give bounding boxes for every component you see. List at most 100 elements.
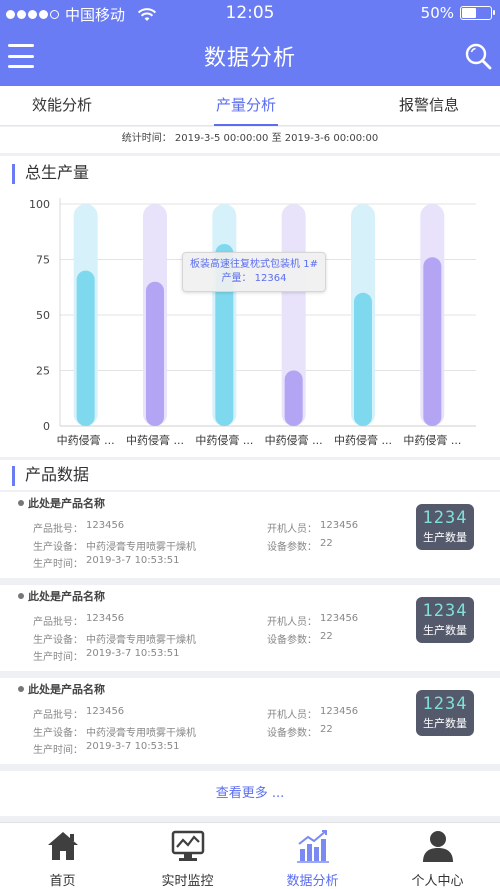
battery-icon: [460, 6, 495, 20]
app-header: 中国移动 12:05 50% 数据分析: [0, 0, 500, 86]
chart-tooltip: 板装高速往复枕式包装机 1# 产量： 12364: [182, 252, 326, 292]
nav-profile[interactable]: 个人中心: [375, 823, 500, 889]
stat-time: 统计时间： 2019-3-5 00:00:00 至 2019-3-6 00:00…: [0, 127, 500, 153]
monitor-icon: [171, 830, 205, 861]
x-tick-label: 中药侵膏 ...: [403, 433, 461, 447]
battery-level: [462, 8, 476, 18]
nav-monitor-label: 实时监控: [161, 874, 214, 889]
quantity-label: 生产数量: [423, 624, 467, 637]
operator-label: 开机人员：: [267, 710, 317, 721]
nav-bar: 数据分析: [0, 28, 500, 86]
tab-production[interactable]: 产量分析: [216, 86, 276, 126]
device-label: 生产设备：: [33, 635, 83, 646]
tab-efficiency[interactable]: 效能分析: [32, 86, 92, 126]
nav-home-label: 首页: [49, 874, 76, 889]
tooltip-value: 产量： 12364: [221, 273, 287, 284]
product-section-title: 产品数据: [12, 466, 89, 486]
x-tick-label: 中药侵膏 ...: [57, 433, 115, 447]
nav-monitor[interactable]: 实时监控: [125, 823, 250, 889]
params-label: 设备参数：: [267, 728, 317, 739]
bullet-icon: [18, 593, 24, 599]
tab-bar: 效能分析 产量分析 报警信息: [0, 86, 500, 126]
bullet-icon: [18, 500, 24, 506]
quantity-number: 1234: [422, 601, 468, 621]
params-value: 22: [320, 538, 333, 549]
nav-profile-label: 个人中心: [411, 874, 464, 889]
time-value: 2019-3-7 10:53:51: [86, 648, 180, 659]
chart-card: 总生产量 0 25 50 75 100 中药侵膏 ... 中药侵膏 ... 中药侵膏 ... 中…: [0, 156, 500, 457]
operator-value: 123456: [320, 520, 359, 531]
operator-label: 开机人员：: [267, 524, 317, 535]
battery-percent: 50%: [420, 4, 454, 22]
quantity-number: 1234: [422, 508, 468, 528]
time-label: 生产时间：: [33, 745, 83, 756]
params-value: 22: [320, 724, 333, 735]
device-label: 生产设备：: [33, 542, 83, 553]
params-label: 设备参数：: [267, 542, 317, 553]
bar: [284, 370, 303, 426]
time-label: 生产时间：: [33, 652, 83, 663]
quantity-label: 生产数量: [423, 717, 467, 730]
tab-alarm[interactable]: 报警信息: [399, 86, 459, 126]
status-bar: 中国移动 12:05 50%: [0, 0, 500, 28]
user-icon: [423, 831, 453, 862]
time-value: 2019-3-7 10:53:51: [86, 741, 180, 752]
params-label: 设备参数：: [267, 635, 317, 646]
product-section-header: 产品数据: [0, 460, 500, 490]
operator-label: 开机人员：: [267, 617, 317, 628]
y-tick-label: 75: [36, 254, 50, 267]
tooltip-device-name: 板装高速往复枕式包装机 1#: [190, 259, 318, 270]
operator-value: 123456: [320, 706, 359, 717]
device-value: 中药浸膏专用喷雾干燥机: [86, 542, 196, 553]
x-tick-label: 中药侵膏 ...: [265, 433, 323, 447]
operator-value: 123456: [320, 613, 359, 624]
product-item[interactable]: 此处是产品名称 产品批号： 123456 生产设备： 中药浸膏专用喷雾干燥机 生产时间： 2…: [0, 492, 500, 578]
device-label: 生产设备：: [33, 728, 83, 739]
bullet-icon: [18, 686, 24, 692]
y-tick-label: 0: [43, 420, 50, 433]
view-more-link[interactable]: 查看更多 ...: [0, 771, 500, 816]
batch-label: 产品批号：: [33, 617, 83, 628]
nav-home[interactable]: 首页: [0, 823, 125, 889]
y-tick-label: 50: [36, 309, 50, 322]
params-value: 22: [320, 631, 333, 642]
device-value: 中药浸膏专用喷雾干燥机: [86, 635, 196, 646]
home-icon: [48, 832, 78, 860]
production-chart: 0 25 50 75 100 中药侵膏 ... 中药侵膏 ... 中药侵膏 ... 中药侵膏 .…: [29, 198, 476, 447]
time-value: 2019-3-7 10:53:51: [86, 555, 180, 566]
page-title: 数据分析: [203, 46, 296, 71]
product-item[interactable]: 此处是产品名称 产品批号： 123456 生产设备： 中药浸膏专用喷雾干燥机 生产时间： 2…: [0, 585, 500, 671]
nav-analytics-label: 数据分析: [286, 874, 339, 889]
x-tick-label: 中药侵膏 ...: [126, 433, 184, 447]
bar: [76, 270, 95, 426]
bar: [354, 292, 372, 426]
bar: [423, 257, 442, 426]
quantity-badge[interactable]: 1234 生产数量: [416, 504, 474, 550]
product-name: 此处是产品名称: [28, 497, 105, 510]
product-item[interactable]: 此处是产品名称 产品批号： 123456 生产设备： 中药浸膏专用喷雾干燥机 生产时间： 2…: [0, 678, 500, 764]
batch-value: 123456: [86, 706, 125, 717]
search-icon[interactable]: [464, 42, 492, 70]
active-tab-indicator: [214, 124, 278, 126]
y-tick-label: 25: [36, 365, 50, 378]
product-name: 此处是产品名称: [28, 590, 105, 603]
batch-label: 产品批号：: [33, 524, 83, 535]
bottom-nav: 首页 实时监控 数据分析 个人中心: [0, 822, 500, 889]
bar: [146, 281, 164, 426]
device-value: 中药浸膏专用喷雾干燥机: [86, 728, 196, 739]
product-name: 此处是产品名称: [28, 683, 105, 696]
batch-label: 产品批号：: [33, 710, 83, 721]
quantity-badge[interactable]: 1234 生产数量: [416, 597, 474, 643]
quantity-number: 1234: [422, 694, 468, 714]
x-tick-label: 中药侵膏 ...: [334, 433, 392, 447]
batch-value: 123456: [86, 613, 125, 624]
nav-analytics[interactable]: 数据分析: [250, 823, 375, 889]
x-tick-label: 中药侵膏 ...: [195, 433, 253, 447]
status-right: 50%: [420, 4, 495, 22]
analytics-icon: [297, 830, 329, 863]
batch-value: 123456: [86, 520, 125, 531]
quantity-label: 生产数量: [423, 531, 467, 544]
y-tick-label: 100: [29, 198, 50, 211]
quantity-badge[interactable]: 1234 生产数量: [416, 690, 474, 736]
time-label: 生产时间：: [33, 559, 83, 570]
